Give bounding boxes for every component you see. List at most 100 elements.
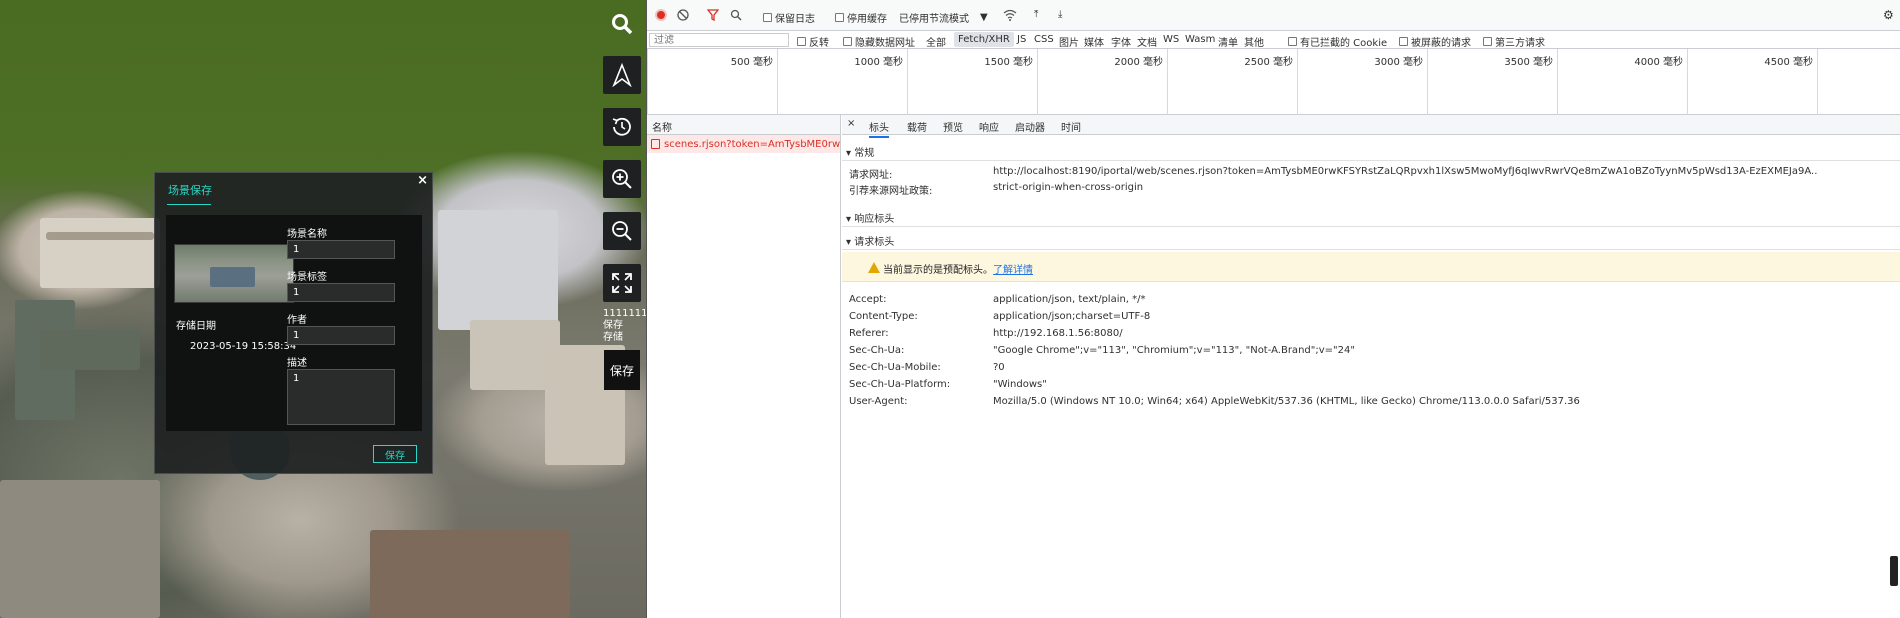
close-icon[interactable]: × [417,173,428,188]
request-row[interactable]: scenes.rjson?token=AmTysbME0rw... [647,135,840,153]
scene-list-item: 保存 [603,320,623,331]
tick-label: 4500 毫秒 [1764,57,1813,68]
provisional-headers-warning: 当前显示的是预配标头。 了解详情 [842,252,1900,282]
checkbox-icon [797,37,806,46]
building [438,210,558,330]
tab-preview[interactable]: 预览 [943,119,963,134]
network-conditions-button[interactable] [1003,9,1017,21]
preserve-log-label: 保留日志 [775,14,815,25]
search-button[interactable] [603,6,641,42]
referrer-policy-key: 引荐来源网址政策: [849,186,933,197]
name-column-header[interactable]: 名称 [647,115,840,135]
zoom-in-button[interactable] [603,160,641,198]
search-button[interactable] [730,9,742,21]
checkbox-icon [763,13,772,22]
close-icon[interactable]: × [847,118,855,129]
checkbox-icon [1483,37,1492,46]
document-icon [651,139,660,149]
settings-button[interactable]: ⚙ [1883,8,1894,22]
triangle-down-icon: ▾ [846,148,855,159]
tick-label: 500 毫秒 [730,57,773,68]
blocked-cookies-label: 有已拦截的 Cookie [1300,38,1388,49]
upload-icon: ⤒ [1034,9,1039,20]
third-party-checkbox[interactable]: 第三方请求 [1483,34,1545,49]
import-har-button[interactable]: ⤒ [1034,9,1038,20]
scene-tag-input[interactable] [287,283,395,302]
scene-list-item: 存储 [603,332,623,343]
map-viewer[interactable]: 11111111 保存 存储 保存 场景保存 × 存储日期 2023-05-19… [0,0,646,618]
history-button[interactable] [603,108,641,146]
filter-toggle[interactable] [707,9,719,21]
header-key: User-Agent: [849,396,908,407]
type-filter-js[interactable]: JS [1013,32,1030,47]
compass-button[interactable] [603,56,641,94]
referrer-policy-value: strict-origin-when-cross-origin [993,182,1144,193]
request-detail-panel: × 标头 载荷 预览 响应 启动器 时间 ▾ 常规 请求网址: http://l… [842,115,1900,618]
save-button[interactable]: 保存 [373,445,417,463]
tab-headers[interactable]: 标头 [869,119,889,138]
scene-name-input[interactable] [287,240,395,259]
request-url-key: 请求网址: [849,170,893,181]
request-headers-section-header[interactable]: ▾ 请求标头 [842,228,1900,250]
timeline-tick: 2500 毫秒 [1167,49,1297,115]
preserve-log-checkbox[interactable]: 保留日志 [763,10,815,25]
export-har-button[interactable]: ⤓ [1058,9,1062,20]
filter-input[interactable] [649,33,789,47]
request-name: scenes.rjson?token=AmTysbME0rw... [664,138,840,150]
learn-more-link[interactable]: 了解详情 [993,261,1033,276]
hide-data-urls-checkbox[interactable]: 隐藏数据网址 [843,34,915,49]
chevron-down-icon: ▼ [980,12,988,23]
tick-label: 2000 毫秒 [1114,57,1163,68]
general-section-header[interactable]: ▾ 常规 [842,139,1900,161]
scene-list-text: 11111111 保存 存储 [603,308,646,344]
timeline-tick: 4000 毫秒 [1557,49,1687,115]
type-filter-ws[interactable]: WS [1159,32,1183,47]
request-url-value: http://localhost:8190/iportal/web/scenes… [993,166,1818,177]
header-key: Referer: [849,328,889,339]
checkbox-icon [1288,37,1297,46]
disable-cache-checkbox[interactable]: 停用缓存 [835,10,887,25]
tick-label: 1500 毫秒 [984,57,1033,68]
download-icon: ⤓ [1058,9,1063,20]
devtools-network-panel: 保留日志 停用缓存 已停用节流模式 ▼ ⤒ ⤓ ⚙ 反转 隐藏数据网址 全部 Fe… [646,0,1900,618]
author-input[interactable] [287,326,395,345]
response-headers-section-header[interactable]: ▾ 响应标头 [842,205,1900,227]
blocked-cookies-checkbox[interactable]: 有已拦截的 Cookie [1288,34,1387,49]
request-headers-title: 请求标头 [854,237,895,248]
header-value: "Google Chrome";v="113", "Chromium";v="1… [993,345,1355,356]
tab-initiator[interactable]: 启动器 [1015,119,1045,134]
record-button[interactable] [655,9,667,21]
network-toolbar: 保留日志 停用缓存 已停用节流模式 ▼ ⤒ ⤓ ⚙ [647,0,1900,31]
history-icon [612,117,631,136]
fullscreen-button[interactable] [603,264,641,302]
header-value: application/json;charset=UTF-8 [993,311,1151,322]
type-filter-fetch-xhr[interactable]: Fetch/XHR [954,32,1014,47]
checkbox-icon [843,37,852,46]
tab-response[interactable]: 响应 [979,119,999,134]
type-filter-css[interactable]: CSS [1030,32,1058,47]
zoom-out-button[interactable] [603,212,641,250]
network-overview-timeline[interactable]: 500 毫秒 1000 毫秒 1500 毫秒 2000 毫秒 2500 毫秒 3… [647,49,1900,121]
side-save-button[interactable]: 保存 [604,350,640,390]
tab-timing[interactable]: 时间 [1061,119,1081,134]
search-icon [612,14,633,35]
throttle-select[interactable]: 已停用节流模式 ▼ [899,10,988,25]
warning-icon [868,262,880,273]
wifi-icon [1003,9,1017,21]
tick-label: 1000 毫秒 [854,57,903,68]
zoom-out-icon [612,221,632,241]
warning-text: 当前显示的是预配标头。 [883,265,993,276]
invert-checkbox[interactable]: 反转 [797,34,829,49]
dialog-title: 场景保存 [168,184,212,197]
description-label: 描述 [287,358,307,369]
description-textarea[interactable]: 1 [287,369,395,425]
dialog-body: 存储日期 2023-05-19 15:58:34 场景名称 场景标签 作者 描述… [166,215,422,431]
header-key: Sec-Ch-Ua-Platform: [849,379,951,390]
scrollbar-thumb[interactable] [1890,556,1898,586]
clear-button[interactable] [677,9,689,21]
compass-icon [612,63,632,87]
disable-cache-label: 停用缓存 [847,14,887,25]
triangle-down-icon: ▾ [846,237,855,248]
blocked-requests-checkbox[interactable]: 被屏蔽的请求 [1399,34,1471,49]
tab-payload[interactable]: 载荷 [907,119,927,134]
